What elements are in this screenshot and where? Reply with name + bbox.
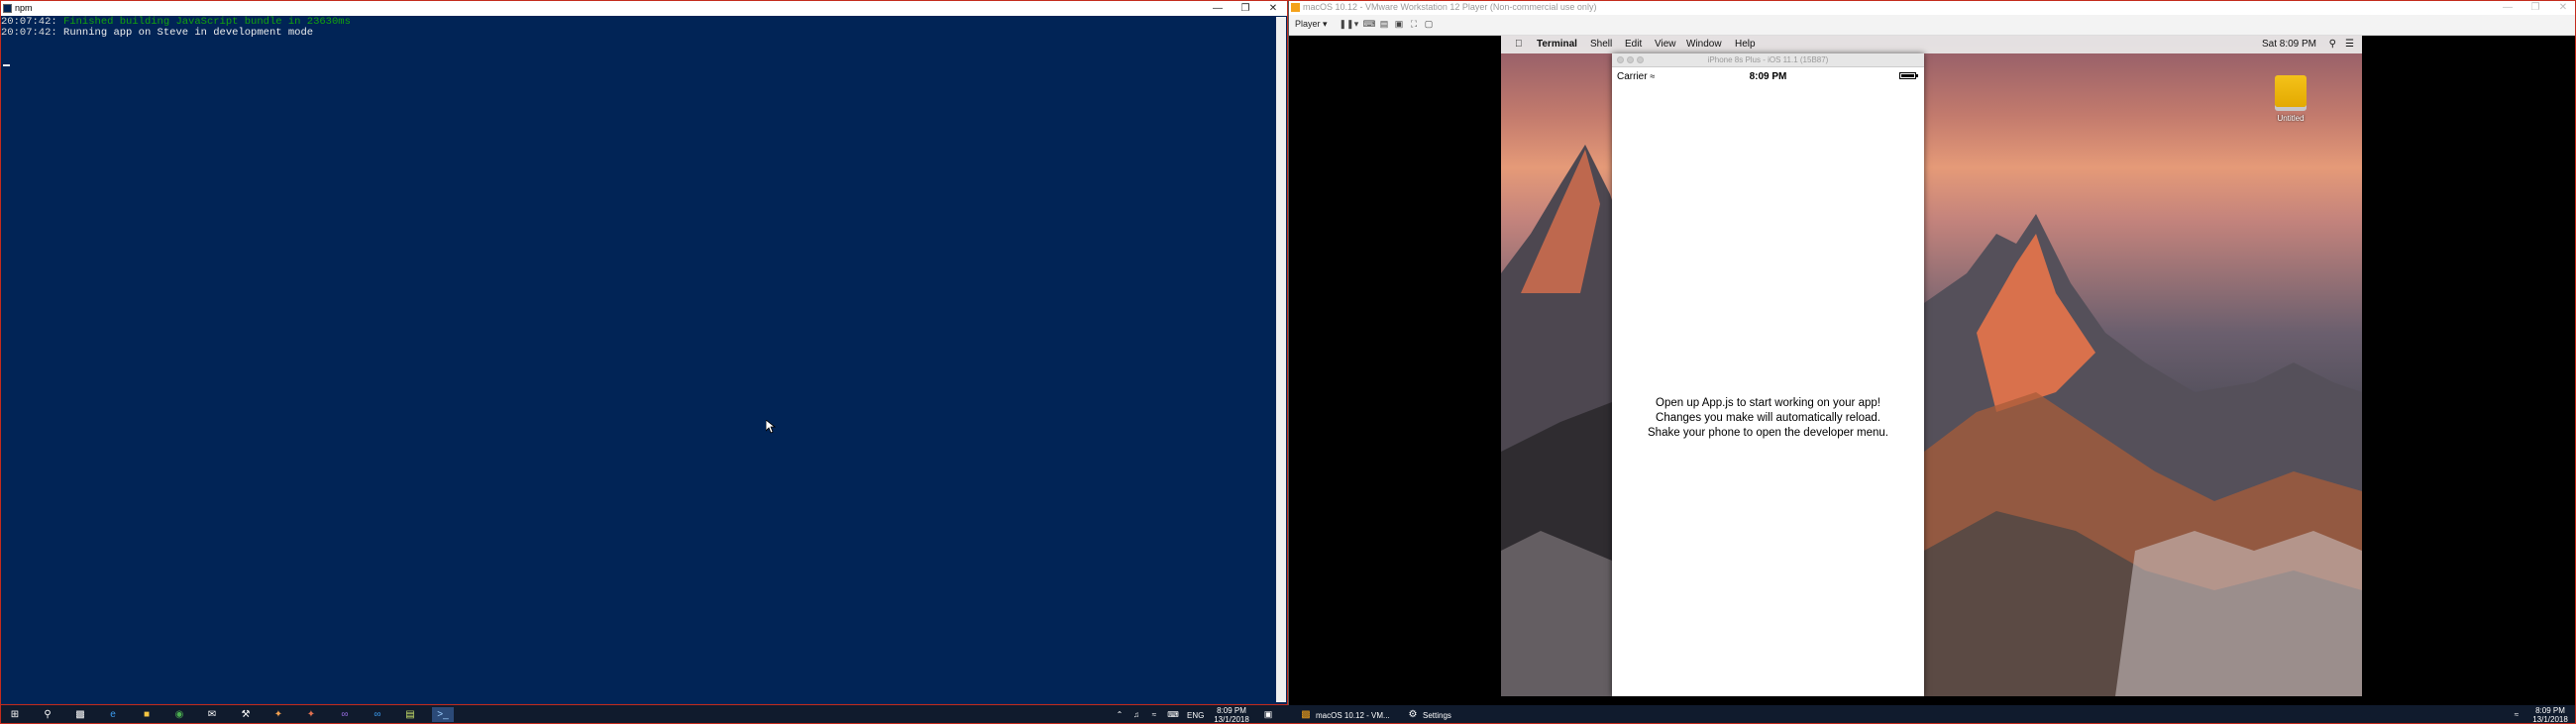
battery-icon xyxy=(1899,72,1918,79)
vscode-icon[interactable]: ∞ xyxy=(370,707,385,722)
taskbar-clock[interactable]: 8:09 PM 13/1/2018 xyxy=(1207,706,1256,724)
desktop-icon-label: Untitled xyxy=(2277,114,2305,123)
vmware-icon xyxy=(1291,3,1300,12)
taskbar-right: ▩ macOS 10.12 - VM... ⚙ Settings ≈ 8:09 … xyxy=(1288,705,2576,724)
status-time: 8:09 PM xyxy=(1749,71,1787,82)
close-button[interactable] xyxy=(1617,56,1624,63)
menu-window[interactable]: Window xyxy=(1686,39,1722,50)
menu-shell[interactable]: Shell xyxy=(1590,39,1612,50)
macos-menubar:  Terminal Shell Edit View Window Help S… xyxy=(1501,36,2362,53)
app-welcome-message: Open up App.js to start working on your … xyxy=(1612,396,1924,441)
spotlight-search-icon[interactable]: ⚲ xyxy=(2329,39,2336,50)
menubar-clock[interactable]: Sat 8:09 PM xyxy=(2262,39,2316,50)
terminal-title: npm xyxy=(15,3,33,13)
vmware-taskbar-icon[interactable]: ▩ xyxy=(1298,707,1314,722)
menu-app-terminal[interactable]: Terminal xyxy=(1537,39,1577,50)
simulator-title: iPhone 8s Plus - iOS 11.1 (15B87) xyxy=(1707,55,1829,64)
notifications-icon[interactable]: ▣ xyxy=(1260,707,1276,722)
menu-edit[interactable]: Edit xyxy=(1625,39,1642,50)
vmware-title: macOS 10.12 - VMware Workstation 12 Play… xyxy=(1303,2,1597,12)
network-icon[interactable]: ≈ xyxy=(2509,707,2524,722)
settings-taskbar-label[interactable]: Settings xyxy=(1423,711,1451,720)
apple-menu-icon[interactable]:  xyxy=(1515,39,1523,50)
volume-icon[interactable]: ♫ xyxy=(1128,707,1144,722)
terminal-icon xyxy=(3,4,12,13)
hard-drive-icon xyxy=(2275,75,2307,107)
message-line: Shake your phone to open the developer m… xyxy=(1648,427,1888,439)
notepad-icon[interactable]: ▤ xyxy=(402,707,418,722)
settings-gear-icon[interactable]: ⚙ xyxy=(1405,707,1421,722)
wifi-icon: ≈ xyxy=(1650,71,1656,81)
menu-help[interactable]: Help xyxy=(1735,39,1756,50)
maximize-icon[interactable]: ❐ xyxy=(2522,0,2549,15)
file-explorer-icon[interactable]: ■ xyxy=(139,707,155,722)
edge-icon[interactable]: e xyxy=(105,707,121,722)
terminal-cursor xyxy=(3,64,10,66)
vmware-toolbar: Player ▾ ❚❚ ▾ ⌨ ▤ ▣ ⛶ ▢ xyxy=(1289,15,2576,36)
app-icon[interactable]: ✦ xyxy=(270,707,286,722)
task-view-icon[interactable]: ▩ xyxy=(72,707,88,722)
desktop-drive-icon[interactable]: Untitled xyxy=(2267,75,2314,123)
mail-icon[interactable]: ✉ xyxy=(204,707,220,722)
macos-screen[interactable]:  Terminal Shell Edit View Window Help S… xyxy=(1501,36,2362,696)
taskbar-left: ⊞ ⚲ ▩ e ■ ◉ ✉ ⚒ ✦ ✦ ∞ ∞ ▤ >_ ⌃ ♫ ≈ ⌨ ENG… xyxy=(0,705,1288,724)
message-line: Open up App.js to start working on your … xyxy=(1656,397,1880,409)
mouse-pointer-icon xyxy=(766,420,776,434)
unity-icon[interactable]: ▣ xyxy=(1393,19,1405,30)
player-menu[interactable]: Player ▾ xyxy=(1295,19,1328,30)
menu-view[interactable]: View xyxy=(1655,39,1676,50)
vm-taskbar-label[interactable]: macOS 10.12 - VM... xyxy=(1316,711,1390,720)
removable-devices-icon[interactable]: ▤ xyxy=(1378,19,1390,30)
language-indicator[interactable]: ENG xyxy=(1187,711,1204,720)
terminal-titlebar[interactable]: npm — ❐ ✕ xyxy=(1,1,1287,16)
tools-icon[interactable]: ⚒ xyxy=(238,707,254,722)
message-line: Changes you make will automatically relo… xyxy=(1656,412,1880,424)
zoom-button[interactable] xyxy=(1637,56,1644,63)
chevron-down-icon[interactable]: ▾ xyxy=(1350,19,1362,30)
send-keys-icon[interactable]: ⌨ xyxy=(1363,19,1376,30)
minimize-button[interactable] xyxy=(1627,56,1634,63)
terminal-scrollbar[interactable] xyxy=(1276,17,1286,702)
chevron-up-icon[interactable]: ⌃ xyxy=(1112,707,1127,722)
simulator-titlebar[interactable]: iPhone 8s Plus - iOS 11.1 (15B87) xyxy=(1612,53,1924,67)
app-icon-2[interactable]: ✦ xyxy=(303,707,319,722)
close-icon[interactable]: ✕ xyxy=(2549,0,2576,15)
keyboard-icon[interactable]: ⌨ xyxy=(1165,707,1181,722)
terminal-line: 20:07:42: Running app on Steve in develo… xyxy=(1,27,314,39)
search-icon[interactable]: ⚲ xyxy=(40,707,55,722)
terminal-window: npm — ❐ ✕ 20:07:42: Finished building Ja… xyxy=(0,0,1288,705)
minimize-icon[interactable]: — xyxy=(2494,0,2522,15)
fullscreen-icon[interactable]: ⛶ xyxy=(1408,19,1420,30)
battery-level xyxy=(1901,74,1914,77)
carrier-label: Carrier ≈ xyxy=(1617,71,1656,82)
maximize-icon[interactable]: ❐ xyxy=(1232,1,1259,16)
minimize-icon[interactable]: — xyxy=(1204,1,1232,16)
iphone-simulator-window[interactable]: iPhone 8s Plus - iOS 11.1 (15B87) 8:09 P… xyxy=(1612,53,1924,696)
taskbar-clock-right[interactable]: 8:09 PM 13/1/2018 xyxy=(2526,706,2574,724)
notification-center-icon[interactable]: ☰ xyxy=(2345,39,2354,50)
vmware-titlebar[interactable]: macOS 10.12 - VMware Workstation 12 Play… xyxy=(1289,0,2576,15)
terminal-output[interactable]: 20:07:42: Finished building JavaScript b… xyxy=(1,17,1279,700)
fit-guest-icon[interactable]: ▢ xyxy=(1423,19,1435,30)
network-icon[interactable]: ≈ xyxy=(1146,707,1162,722)
windows-start-icon[interactable]: ⊞ xyxy=(7,707,23,722)
powershell-taskbar-icon[interactable]: >_ xyxy=(432,707,454,722)
ios-status-bar: 8:09 PM Carrier ≈ xyxy=(1612,68,1924,84)
visual-studio-icon[interactable]: ∞ xyxy=(337,707,353,722)
chrome-icon[interactable]: ◉ xyxy=(171,707,187,722)
close-icon[interactable]: ✕ xyxy=(1259,1,1287,16)
